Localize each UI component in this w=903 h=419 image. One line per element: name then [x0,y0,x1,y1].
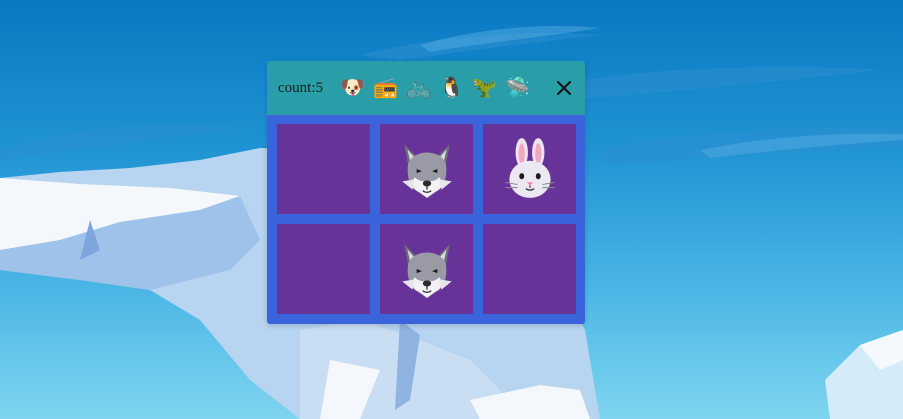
game-board [267,115,585,324]
t-rex-icon[interactable]: 🦖 [471,75,498,102]
close-icon [557,81,571,95]
wolf-icon [401,244,452,298]
radio-icon[interactable]: 📻 [372,75,399,102]
iceberg-right [825,330,903,419]
board-cell-rabbit[interactable] [483,124,576,214]
emoji-toolbar: 🐶 📻 🚲 🐧 🦖 🛸 [339,75,531,102]
wolf-icon [401,144,452,198]
flying-saucer-icon[interactable]: 🛸 [504,75,531,102]
board-cell-wolf[interactable] [380,224,473,314]
bicycle-icon[interactable]: 🚲 [405,75,432,102]
count-label: count:5 [278,79,323,96]
board-cell-empty[interactable] [277,224,370,314]
rabbit-icon [504,138,555,198]
board-cell-wolf[interactable] [380,124,473,214]
game-window: count:5 🐶 📻 🚲 🐧 🦖 🛸 [267,61,585,324]
board-cell-empty[interactable] [483,224,576,314]
dog-face-icon[interactable]: 🐶 [339,75,366,102]
close-button[interactable] [553,77,575,99]
penguin-icon[interactable]: 🐧 [438,75,465,102]
game-header: count:5 🐶 📻 🚲 🐧 🦖 🛸 [267,61,585,115]
board-cell-empty[interactable] [277,124,370,214]
